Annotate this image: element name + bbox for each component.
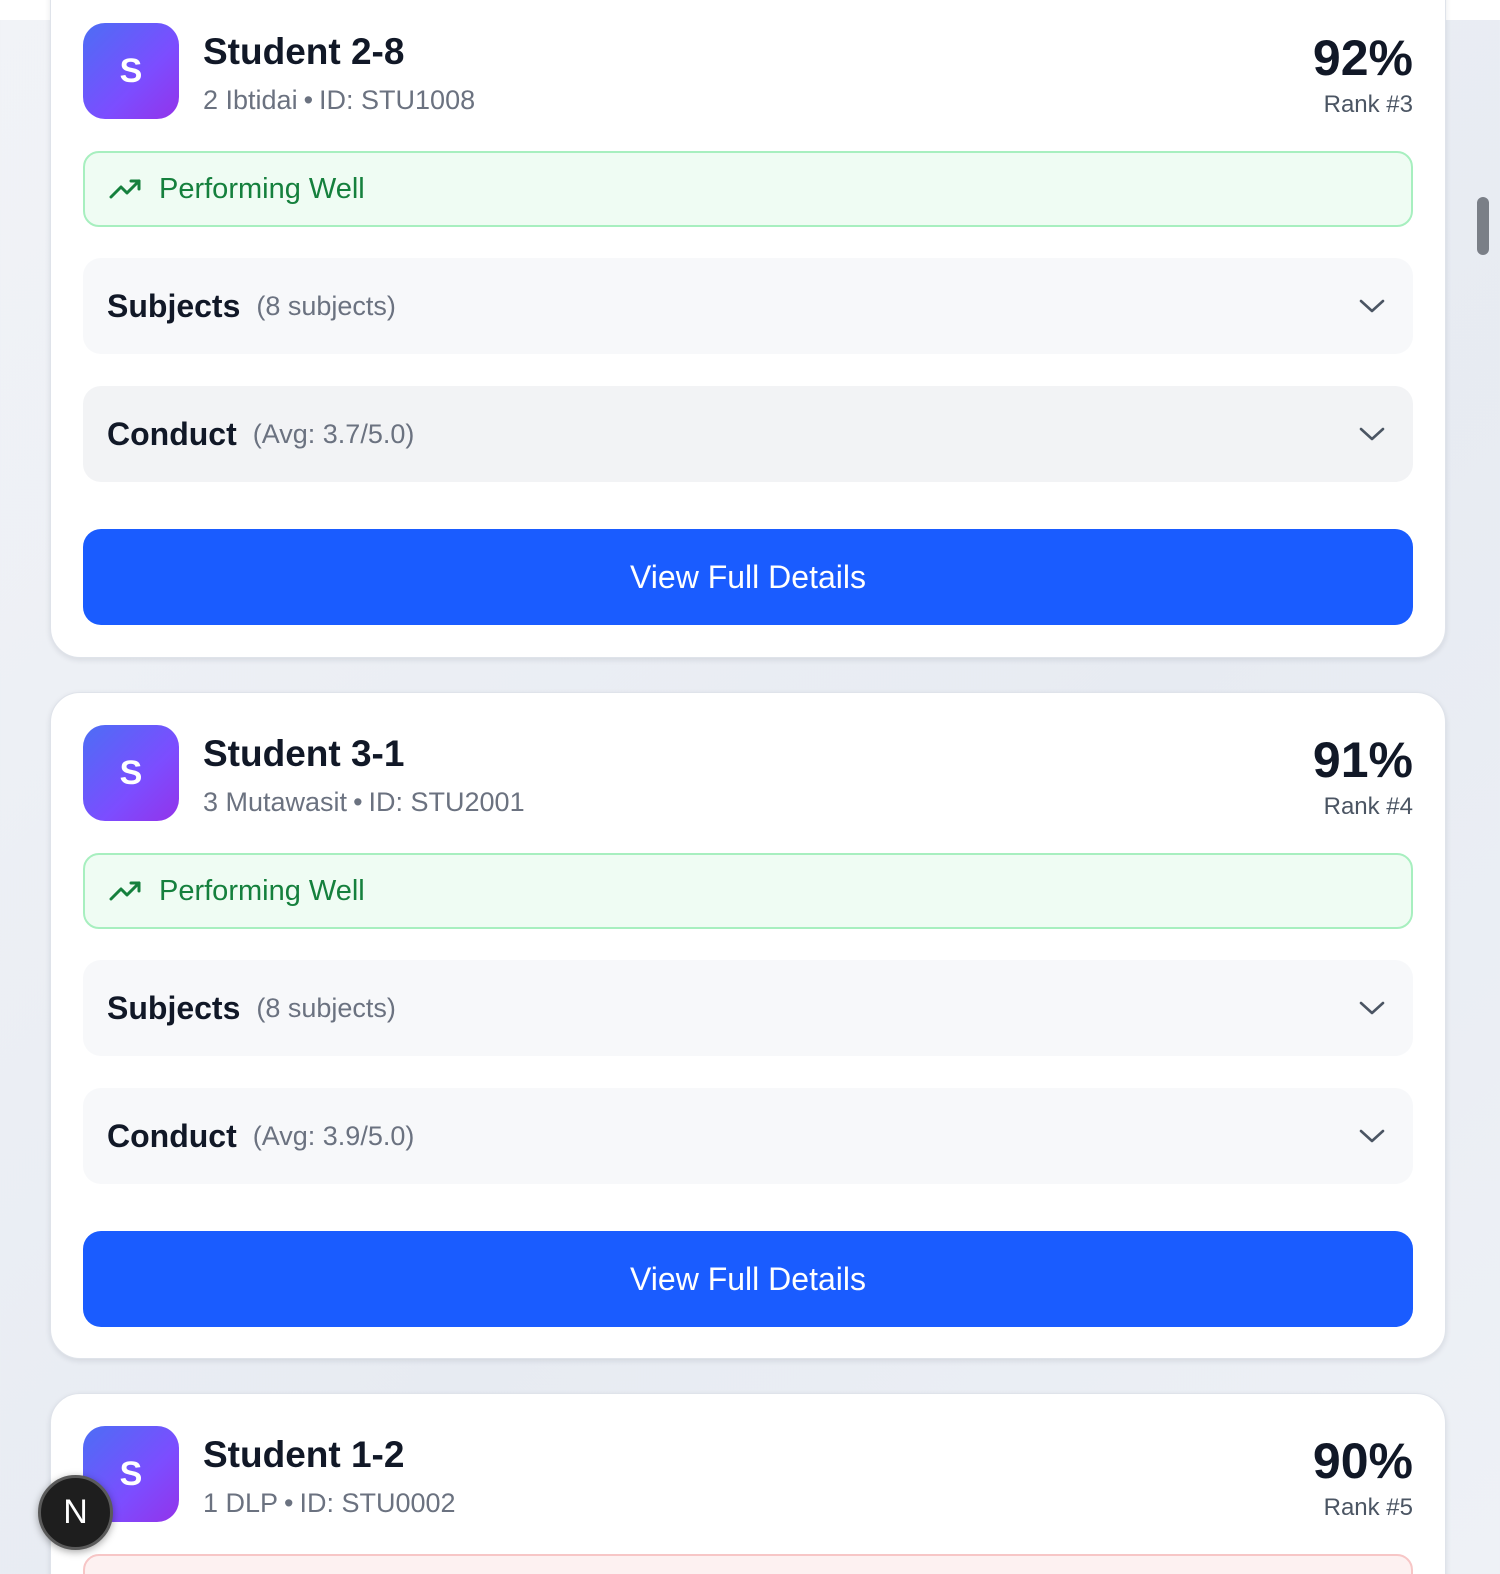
rank-label: Rank #5 — [1323, 1494, 1413, 1521]
student-card: S Student 3-1 3 Mutawasit • ID: STU2001 91… — [50, 692, 1446, 1359]
conduct-section-toggle[interactable]: Conduct (Avg: 3.7/5.0) — [83, 386, 1413, 482]
subjects-title: Subjects — [107, 989, 241, 1026]
class-name: 3 Mutawasit — [203, 787, 348, 817]
subjects-count: (8 subjects) — [256, 290, 396, 321]
student-meta: 3 Mutawasit • ID: STU2001 — [203, 787, 525, 818]
next-devtools-button[interactable]: N — [38, 1475, 113, 1550]
student-card: S Student 2-8 2 Ibtidai • ID: STU1008 92% … — [50, 0, 1446, 658]
chevron-down-icon — [1359, 427, 1385, 441]
subjects-section-toggle[interactable]: Subjects (8 subjects) — [83, 258, 1413, 354]
status-badge: Performing Well — [83, 853, 1413, 929]
class-name: 2 Ibtidai — [203, 85, 298, 115]
score-percent: 90% — [1312, 1433, 1413, 1489]
chevron-down-icon — [1359, 1001, 1385, 1015]
trending-up-icon — [109, 881, 141, 901]
view-full-details-button[interactable]: View Full Details — [83, 529, 1413, 625]
view-full-details-button[interactable]: View Full Details — [83, 1231, 1413, 1327]
score-percent: 92% — [1312, 30, 1413, 86]
separator-dot: • — [303, 85, 314, 115]
conduct-title: Conduct — [107, 415, 237, 452]
chevron-down-icon — [1359, 1129, 1385, 1143]
student-id: ID: STU2001 — [368, 787, 525, 817]
conduct-average: (Avg: 3.7/5.0) — [252, 418, 415, 449]
separator-dot: • — [353, 787, 363, 817]
separator-dot: • — [284, 1488, 294, 1518]
status-badge: Performing Well — [83, 151, 1413, 227]
trending-up-icon — [109, 179, 141, 199]
conduct-section-toggle[interactable]: Conduct (Avg: 3.9/5.0) — [83, 1088, 1413, 1184]
conduct-average: (Avg: 3.9/5.0) — [252, 1120, 415, 1151]
status-badge — [83, 1554, 1413, 1574]
student-name: Student 1-2 — [203, 1434, 405, 1475]
subjects-count: (8 subjects) — [256, 992, 396, 1023]
status-label: Performing Well — [159, 874, 365, 907]
student-id: ID: STU1008 — [319, 85, 476, 115]
scrollbar-thumb[interactable] — [1477, 197, 1489, 255]
class-name: 1 DLP — [203, 1488, 279, 1518]
subjects-section-toggle[interactable]: Subjects (8 subjects) — [83, 960, 1413, 1056]
student-meta: 1 DLP • ID: STU0002 — [203, 1488, 456, 1519]
status-label: Performing Well — [159, 172, 365, 205]
student-id: ID: STU0002 — [299, 1488, 456, 1518]
conduct-title: Conduct — [107, 1117, 237, 1154]
student-name: Student 3-1 — [203, 733, 405, 774]
chevron-down-icon — [1359, 299, 1385, 313]
rank-label: Rank #3 — [1323, 91, 1413, 118]
student-name: Student 2-8 — [203, 31, 405, 72]
avatar: S — [83, 23, 179, 119]
score-percent: 91% — [1312, 732, 1413, 788]
rank-label: Rank #4 — [1323, 793, 1413, 820]
student-meta: 2 Ibtidai • ID: STU1008 — [203, 85, 475, 116]
avatar: S — [83, 725, 179, 821]
subjects-title: Subjects — [107, 287, 241, 324]
student-card: S Student 1-2 1 DLP • ID: STU0002 90% Rank… — [50, 1393, 1446, 1574]
